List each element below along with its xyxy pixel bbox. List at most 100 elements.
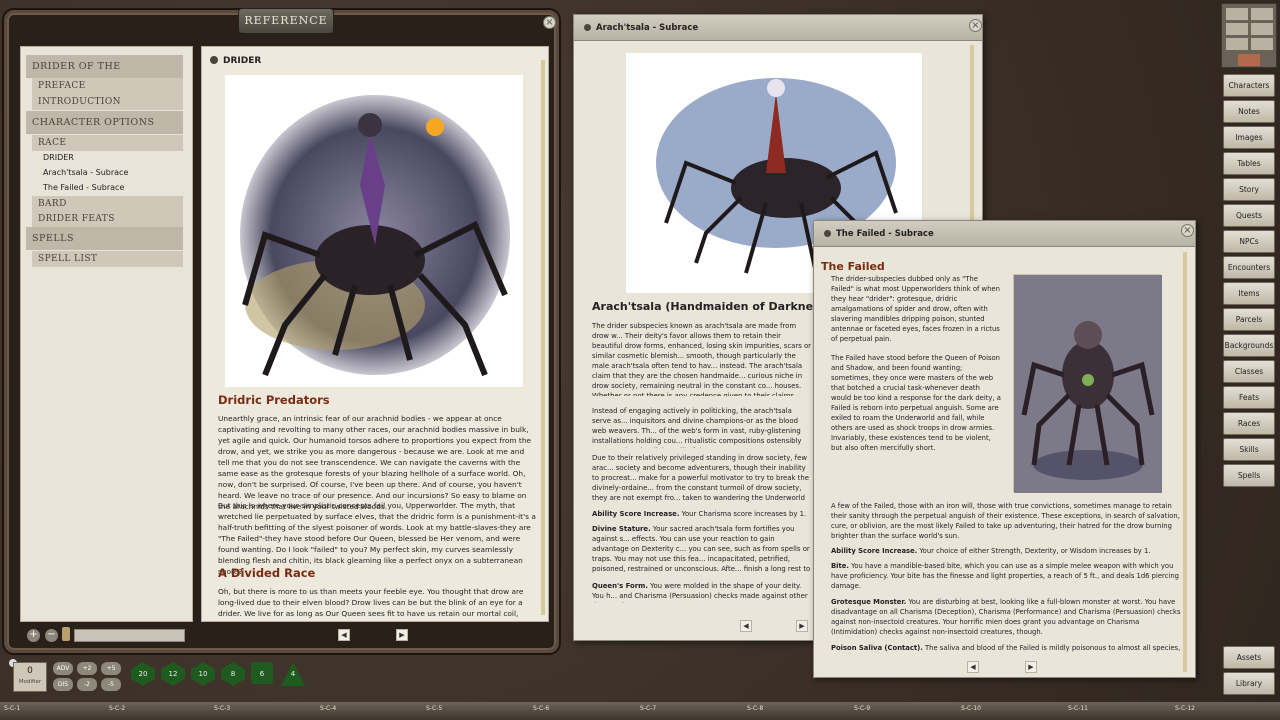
bullet-icon [584,24,591,31]
toc-item-race[interactable]: RACE [32,135,183,151]
heading-arachtsala: Arach'tsala (Handmaiden of Darkness) [592,300,832,313]
player-icon[interactable] [1238,54,1260,66]
sidebar-tables[interactable]: Tables [1223,152,1275,175]
sidebar-items[interactable]: Items [1223,282,1275,305]
toc-link-the-failed[interactable]: The Failed - Subrace [43,180,124,195]
text-ability-score: Your choice of either Strength, Dexterit… [917,547,1151,555]
reference-scrollbar[interactable] [541,60,545,615]
d12-icon[interactable]: 12 [161,662,185,686]
sidebar-quests[interactable]: Quests [1223,204,1275,227]
toc-item-bard[interactable]: BARD [32,196,183,212]
sidebar-classes[interactable]: Classes [1223,360,1275,383]
bullet-icon [210,56,218,64]
toc-item-preface[interactable]: PREFACE [32,78,183,94]
minus2-button[interactable]: -2 [77,678,97,691]
text-bite: You have a mandible-based bite, which yo… [831,562,1179,590]
toc-section-spells[interactable]: SPELLS [26,227,183,250]
adv-button[interactable]: ADV [53,662,73,675]
toc-section-drider-underworld[interactable]: DRIDER OF THE UNDERWORLD [26,55,183,95]
paragraph-arach-1: The drider subspecies known as arach'tsa… [592,322,812,396]
prev-arrow-icon[interactable]: ◀ [740,620,752,632]
toc-item-drider-feats[interactable]: DRIDER FEATS [32,211,183,227]
paragraph-arach-asi: Ability Score Increase. Your Charisma sc… [592,509,812,519]
hotkey-slot-12[interactable]: S-C-12 [1175,705,1195,712]
failed-scrollbar[interactable] [1183,252,1187,672]
d8-icon[interactable]: 8 [221,662,245,686]
heading-divided-race: A Divided Race [218,566,316,580]
toc-item-introduction[interactable]: INTRODUCTION [32,94,183,110]
failed-illustration [1013,274,1162,493]
sidebar-races[interactable]: Races [1223,412,1275,435]
plus2-button[interactable]: +2 [77,662,97,675]
hotkey-slot-7[interactable]: S-C-7 [640,705,656,712]
sidebar-library[interactable]: Library [1223,672,1275,695]
zoom-icon[interactable] [1251,38,1273,50]
d6-icon[interactable]: 6 [251,662,273,684]
dis-button[interactable]: DIS [53,678,73,691]
remove-icon[interactable]: − [45,629,58,642]
close-icon[interactable]: × [1181,224,1194,237]
window-titlebar[interactable]: Arach'tsala - Subrace [574,15,982,41]
hotkey-slot-10[interactable]: S-C-10 [961,705,981,712]
sidebar-backgrounds[interactable]: Backgrounds [1223,334,1275,357]
hotkey-slot-8[interactable]: S-C-8 [747,705,763,712]
label-grotesque: Grotesque Monster. [831,598,907,606]
next-arrow-icon[interactable]: ▶ [1025,661,1037,673]
next-arrow-icon[interactable]: ▶ [396,629,408,641]
modifier-box[interactable]: 0 Modifier [13,662,47,692]
close-icon[interactable]: × [969,19,982,32]
hotkey-slot-11[interactable]: S-C-11 [1068,705,1088,712]
sidebar-encounters[interactable]: Encounters [1223,256,1275,279]
toc-panel: DRIDER OF THE UNDERWORLD PREFACE INTRODU… [20,46,193,622]
dice-tower-icon[interactable] [1251,23,1273,35]
sidebar-images[interactable]: Images [1223,126,1275,149]
sidebar-skills[interactable]: Skills [1223,438,1275,461]
toc-section-character-options[interactable]: CHARACTER OPTIONS [26,111,183,134]
paragraph-failed-3: A few of the Failed, those with an iron … [831,502,1180,540]
d10-icon[interactable]: 10 [191,662,215,686]
text-ability-score: Your Charisma score increases by 1. [679,510,807,518]
prev-arrow-icon[interactable]: ◀ [967,661,979,673]
toc-link-arachtsala[interactable]: Arach'tsala - Subrace [43,165,128,180]
drider-illustration [225,75,523,387]
sidebar-assets[interactable]: Assets [1223,646,1275,669]
hotkey-slot-6[interactable]: S-C-6 [533,705,549,712]
page-title: DRIDER [223,56,262,66]
filter-input[interactable] [74,629,185,642]
hotkey-slot-4[interactable]: S-C-4 [320,705,336,712]
sidebar-story[interactable]: Story [1223,178,1275,201]
sidebar-parcels[interactable]: Parcels [1223,308,1275,331]
d20-icon[interactable]: 20 [131,662,155,686]
options-icon[interactable] [1226,38,1248,50]
paragraph-failed-2: The Failed have stood before the Queen o… [831,354,1001,452]
label-queens-form: Queen's Form. [592,582,648,590]
close-icon[interactable]: × [543,16,556,29]
window-titlebar[interactable]: The Failed - Subrace [814,221,1195,247]
hotkey-slot-9[interactable]: S-C-9 [854,705,870,712]
hotkey-slot-2[interactable]: S-C-2 [109,705,125,712]
hotkey-slot-3[interactable]: S-C-3 [214,705,230,712]
paragraph-arach-divine: Divine Stature. Your sacred arach'tsala … [592,524,812,575]
plus5-button[interactable]: +5 [101,662,121,675]
prev-arrow-icon[interactable]: ◀ [338,629,350,641]
label-divine-stature: Divine Stature. [592,525,651,533]
hotkey-slot-5[interactable]: S-C-5 [426,705,442,712]
reference-title: REFERENCE [238,8,334,34]
pin-icon[interactable] [62,627,70,641]
sidebar-spells[interactable]: Spells [1223,464,1275,487]
d4-icon[interactable]: 4 [281,662,305,686]
sidebar-feats[interactable]: Feats [1223,386,1275,409]
sidebar-npcs[interactable]: NPCs [1223,230,1275,253]
toc-link-drider[interactable]: DRIDER [43,150,74,165]
sidebar-characters[interactable]: Characters [1223,74,1275,97]
toc-item-spell-list[interactable]: SPELL LIST [32,251,183,267]
camera-icon[interactable] [1226,23,1248,35]
add-icon[interactable]: + [27,629,40,642]
next-arrow-icon[interactable]: ▶ [796,620,808,632]
minus5-button[interactable]: -5 [101,678,121,691]
hotkey-slot-1[interactable]: S-C-1 [4,705,20,712]
lighting-icon[interactable] [1226,8,1248,20]
heading-the-failed: The Failed [821,260,885,273]
sidebar-notes[interactable]: Notes [1223,100,1275,123]
mask-icon[interactable] [1251,8,1273,20]
